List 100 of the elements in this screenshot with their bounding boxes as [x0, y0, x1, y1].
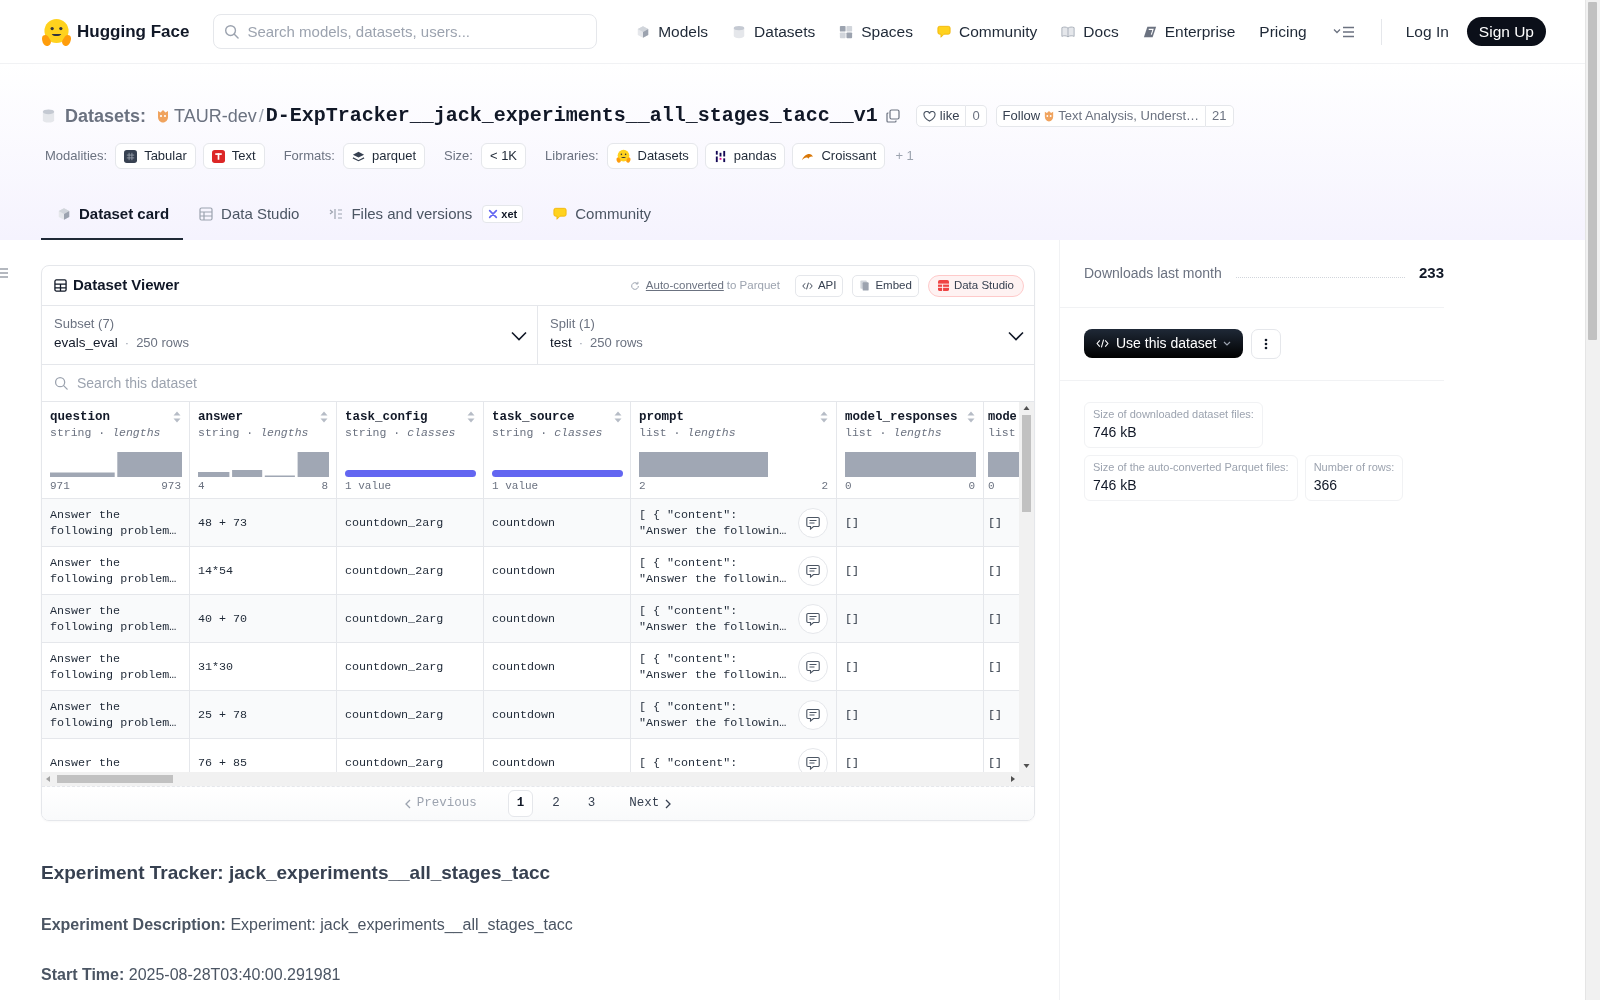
- horizontal-scrollbar[interactable]: [42, 772, 1034, 786]
- select-value: evals_eval: [54, 334, 118, 352]
- cell-text: []: [988, 610, 1003, 627]
- stat-value: 366: [1313, 476, 1339, 495]
- page-link[interactable]: 3: [578, 790, 605, 817]
- next-link[interactable]: Next: [620, 790, 681, 817]
- owner-link[interactable]: TAUR-dev: [174, 102, 257, 130]
- cell-text: []: [845, 658, 860, 675]
- page-scrollbar[interactable]: [1585, 0, 1600, 1000]
- grid-icon: [839, 24, 854, 39]
- speech-bubble-icon: [806, 755, 820, 770]
- auto-converted-link[interactable]: Auto-converted: [645, 276, 724, 295]
- sort-icon[interactable]: [967, 411, 975, 423]
- stat-label: Number of rows:: [1313, 460, 1395, 475]
- comment-button[interactable]: [798, 603, 828, 634]
- range-label: 8: [321, 479, 328, 493]
- readme-paragraph: Start Time: 2025-08-28T03:40:00.291981: [41, 965, 342, 985]
- use-dataset-button[interactable]: Use this dataset: [1084, 329, 1244, 358]
- tag-link[interactable]: parquet: [342, 143, 425, 169]
- separator-dot: ·: [124, 334, 130, 352]
- code-icon: [801, 281, 813, 290]
- tag-group-label: Size:: [444, 147, 473, 166]
- tag-link[interactable]: Text: [202, 143, 265, 169]
- select-value: test: [550, 334, 572, 352]
- sort-icon[interactable]: [320, 411, 328, 423]
- comment-button[interactable]: [798, 699, 828, 730]
- cell-text: countdown: [492, 706, 556, 723]
- tag-link[interactable]: Croissant: [792, 143, 886, 169]
- comment-button[interactable]: [798, 507, 828, 538]
- select-field[interactable]: Subset (7) evals_eval · 250 rows: [42, 306, 538, 364]
- table-icon: [937, 280, 949, 291]
- page-link[interactable]: 1: [507, 790, 534, 817]
- toolbar-button[interactable]: API: [794, 274, 844, 297]
- class-count: 1 value: [345, 479, 392, 493]
- cell-text: []: [988, 706, 1003, 723]
- more-options-button[interactable]: [1251, 329, 1282, 359]
- cell-text: []: [845, 562, 860, 579]
- sort-icon[interactable]: [173, 411, 181, 423]
- separator-dot: ·: [578, 334, 584, 352]
- nav-link[interactable]: Models: [636, 19, 709, 44]
- tab[interactable]: Community: [537, 190, 666, 240]
- nav-link[interactable]: Community: [936, 19, 1038, 44]
- nav-link[interactable]: Datasets: [732, 19, 816, 44]
- follow-button[interactable]: Follow Text Analysis, Underst…: [995, 105, 1207, 127]
- column-type: string · lengths: [50, 425, 162, 441]
- menu-icon: [1332, 25, 1355, 38]
- cell-text: 48 + 73: [198, 514, 248, 531]
- nav-link[interactable]: Docs: [1061, 19, 1119, 44]
- sort-icon[interactable]: [614, 411, 622, 423]
- select-field[interactable]: Split (1) test · 250 rows: [538, 306, 1034, 364]
- comment-button[interactable]: [798, 747, 828, 772]
- search-field[interactable]: Search models, datasets, users...: [213, 14, 598, 49]
- tag-link[interactable]: Datasets: [606, 143, 698, 169]
- speech-bubble-icon: [806, 515, 820, 530]
- cell-text: [ { "content": "Answer the followin…: [639, 650, 788, 683]
- nav-link[interactable]: Enterprise: [1142, 19, 1236, 44]
- vertical-scrollbar[interactable]: [1019, 402, 1034, 772]
- range-label: 973: [161, 479, 181, 493]
- sort-icon[interactable]: [820, 411, 828, 423]
- nav-link[interactable]: Spaces: [839, 19, 913, 44]
- column-type: string · classes: [345, 425, 457, 441]
- cell-text: [ { "content": "Answer the followin…: [639, 554, 788, 587]
- cell-text: []: [845, 610, 860, 627]
- tag-link[interactable]: < 1K: [480, 143, 527, 169]
- comment-button[interactable]: [798, 651, 828, 682]
- comment-button[interactable]: [798, 555, 828, 586]
- stat-value: 746 kB: [1093, 423, 1138, 442]
- nav-link[interactable]: Pricing: [1259, 19, 1307, 44]
- brand-link[interactable]: Hugging Face: [41, 17, 190, 46]
- menu-icon[interactable]: [0, 268, 8, 278]
- tab[interactable]: Data Studio: [183, 190, 314, 240]
- toolbar-button[interactable]: Data Studio: [927, 274, 1024, 297]
- table-icon: [199, 207, 214, 221]
- like-button[interactable]: like: [915, 105, 967, 127]
- cell-text: Answer the following problem…: [50, 650, 178, 683]
- downloads-count: 233: [1418, 263, 1444, 284]
- smiley-icon: [615, 149, 631, 163]
- select-label: Subset (7): [54, 315, 115, 333]
- range-label: 971: [50, 479, 70, 493]
- histogram-chart: [988, 452, 1019, 477]
- search-field[interactable]: Search this dataset: [42, 365, 1034, 401]
- tab[interactable]: Dataset card: [41, 190, 184, 240]
- cell-text: 40 + 70: [198, 610, 248, 627]
- page-link[interactable]: 2: [543, 790, 569, 817]
- speech-bubble-icon: [806, 707, 820, 722]
- toolbar-button[interactable]: Embed: [852, 274, 919, 297]
- stat-value: 746 kB: [1093, 476, 1138, 495]
- column-type: string · lengths: [198, 425, 310, 441]
- cell-text: countdown: [492, 658, 556, 675]
- login-link[interactable]: Log In: [1405, 19, 1449, 44]
- cell-text: [ { "content": "Answer the followin…: [639, 506, 788, 539]
- speech-bubble-icon: [553, 207, 568, 221]
- signup-button[interactable]: Sign Up: [1466, 17, 1546, 46]
- tag-link[interactable]: Tabular: [115, 143, 196, 169]
- tab[interactable]: Files and versions xet: [313, 190, 538, 240]
- copy-icon[interactable]: [885, 109, 900, 123]
- cell-text: 25 + 78: [198, 706, 248, 723]
- sort-icon[interactable]: [467, 411, 475, 423]
- caret-down-icon: [1223, 341, 1232, 346]
- tag-link[interactable]: pandas: [704, 143, 786, 169]
